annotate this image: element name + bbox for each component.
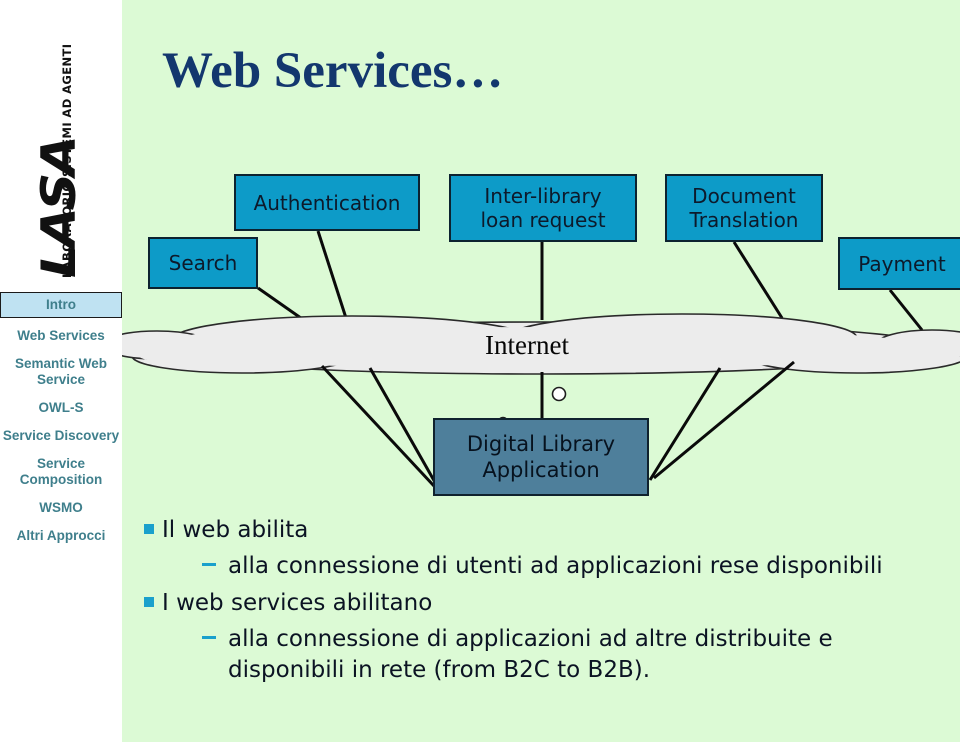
bullet-item-level1: Il web abilita	[144, 515, 954, 545]
service-box-label-line2: loan request	[480, 208, 606, 232]
square-bullet-icon	[144, 524, 154, 534]
lasa-logo: LABORATORIO SISTEMI AD AGENTI LASA	[0, 0, 122, 290]
sidebar-item-altri-approcci[interactable]: Altri Approcci	[0, 522, 122, 550]
bullet-text: alla connessione di utenti ad applicazio…	[228, 553, 883, 579]
square-bullet-icon	[144, 597, 154, 607]
bullet-item-level2: alla connessione di applicazioni ad altr…	[202, 624, 954, 686]
service-box-label-line1: Inter-library	[484, 184, 602, 208]
sidebar-item-label: Service Composition	[19, 456, 103, 487]
service-box-label-line1: Document	[692, 184, 796, 208]
dash-bullet-icon	[202, 636, 216, 639]
page-title: Web Services…	[162, 43, 504, 99]
sidebar-item-owl-s[interactable]: OWL-S	[0, 394, 122, 422]
sidebar-item-intro[interactable]: Intro	[0, 292, 122, 318]
sidebar-item-label: Intro	[46, 297, 76, 312]
sidebar: LABORATORIO SISTEMI AD AGENTI LASA Intro…	[0, 0, 122, 742]
sidebar-item-label: Service Discovery	[2, 428, 120, 443]
sidebar-nav: Intro Web Services Semantic Web Service …	[0, 292, 122, 550]
service-box-label-line2: Translation	[689, 208, 799, 232]
sidebar-item-service-composition[interactable]: Service Composition	[0, 450, 122, 494]
service-box-label: Payment	[858, 251, 946, 276]
digital-library-application-box[interactable]: Digital Library Application	[433, 418, 649, 496]
service-box-search[interactable]: Search	[148, 237, 258, 289]
sidebar-item-label: Web Services	[17, 328, 105, 343]
bullet-text: Il web abilita	[162, 517, 309, 543]
sidebar-item-semantic-web-service[interactable]: Semantic Web Service	[0, 350, 122, 394]
service-box-label: Inter-library loan request	[480, 184, 605, 232]
service-box-authentication[interactable]: Authentication	[234, 174, 420, 231]
service-box-label: Authentication	[253, 190, 401, 215]
dash-bullet-icon	[202, 563, 216, 566]
slide-content-panel: Web Services… Internet Search Authentica…	[122, 0, 960, 742]
service-box-label: Document Translation	[690, 184, 799, 232]
service-box-document-translation[interactable]: Document Translation	[665, 174, 823, 242]
bullet-text: alla connessione di applicazioni ad altr…	[228, 626, 833, 683]
sidebar-item-web-services[interactable]: Web Services	[0, 322, 122, 350]
bullet-text: I web services abilitano	[162, 590, 433, 616]
service-box-interlibrary-loan[interactable]: Inter-library loan request	[449, 174, 637, 242]
sidebar-item-label: Semantic Web Service	[14, 356, 108, 387]
sidebar-item-label: Altri Approcci	[16, 528, 106, 543]
bullet-item-level1: I web services abilitano	[144, 588, 954, 618]
service-box-label: Search	[168, 251, 238, 275]
service-box-payment[interactable]: Payment	[838, 237, 960, 290]
sidebar-item-label: WSMO	[39, 500, 83, 515]
sidebar-item-label: OWL-S	[38, 400, 84, 415]
sidebar-item-wsmo[interactable]: WSMO	[0, 494, 122, 522]
internet-cloud-label: Internet	[485, 330, 569, 360]
bullet-list: Il web abilita alla connessione di utent…	[144, 512, 954, 692]
application-box-label-line2: Application	[482, 458, 600, 482]
application-box-label-line1: Digital Library	[466, 432, 616, 456]
sidebar-item-service-discovery[interactable]: Service Discovery	[0, 422, 122, 450]
application-box-label: Digital Library Application	[467, 431, 615, 483]
bullet-item-level2: alla connessione di utenti ad applicazio…	[202, 551, 954, 582]
logo-wordmark: LASA	[32, 138, 87, 278]
